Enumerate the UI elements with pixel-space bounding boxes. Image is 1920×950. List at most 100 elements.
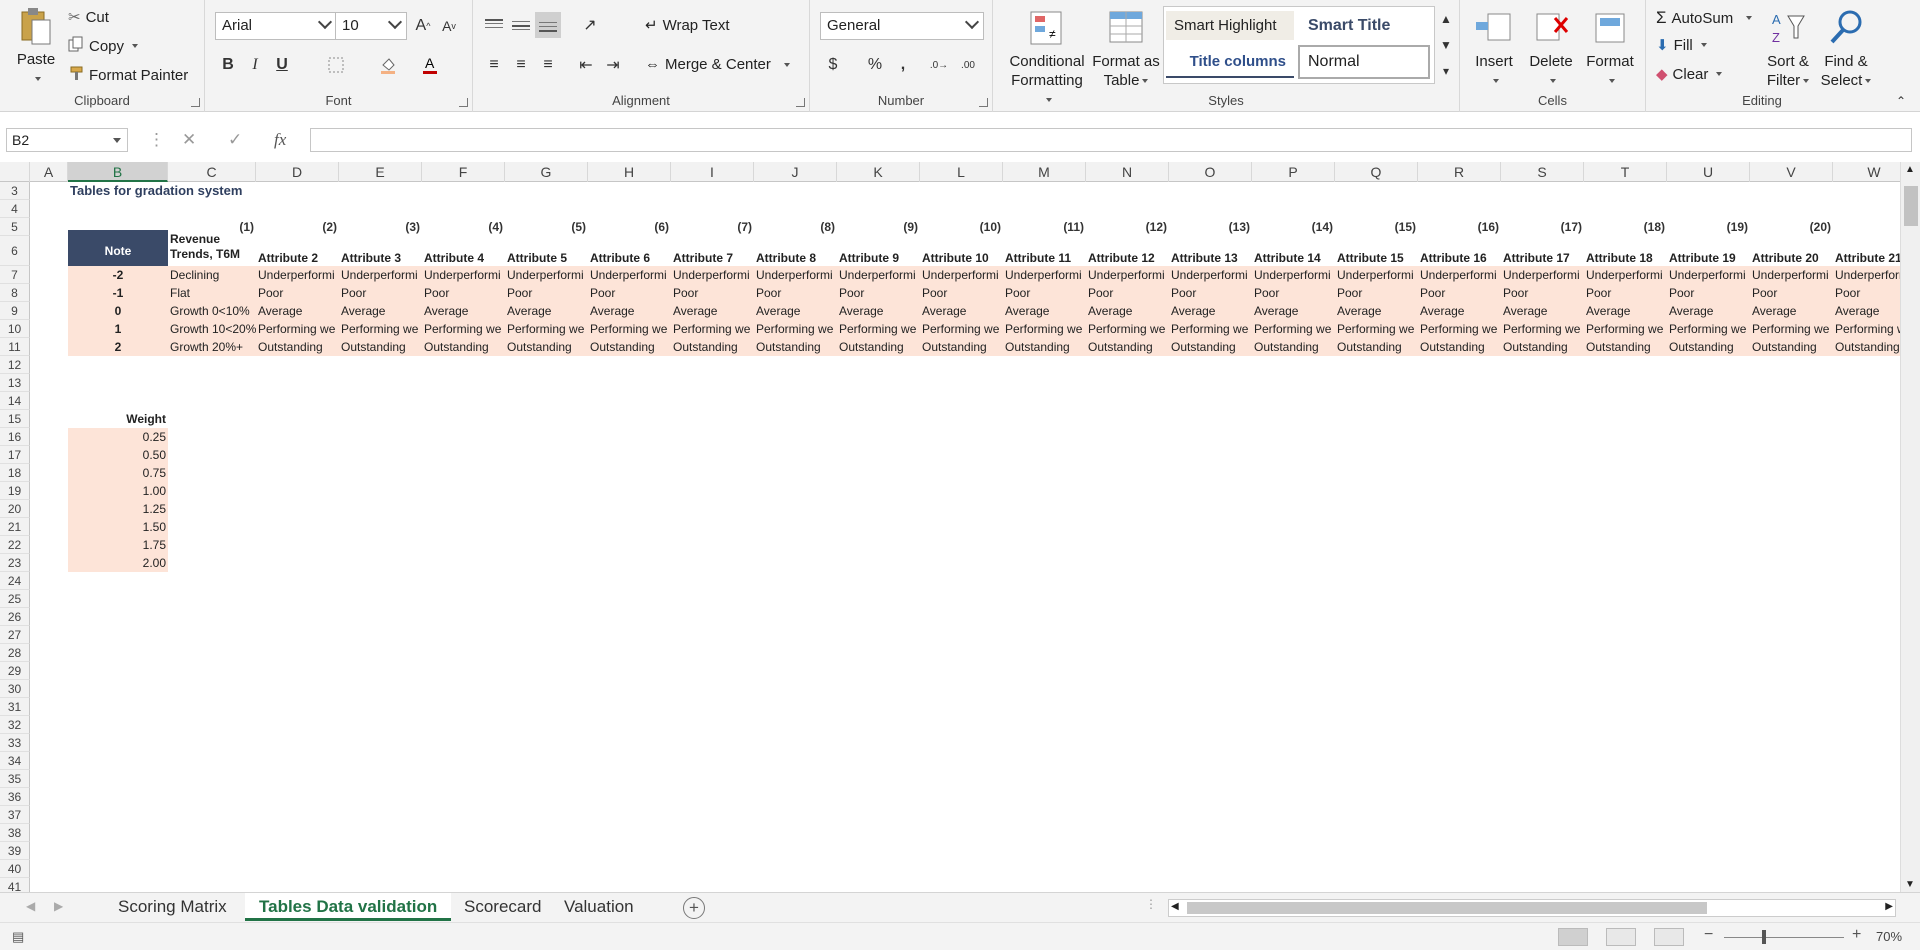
grade-value[interactable]: Average: [1418, 302, 1501, 320]
attribute-header[interactable]: Attribute 10: [920, 236, 1003, 266]
row-header-34[interactable]: 34: [0, 752, 30, 770]
row-header-16[interactable]: 16: [0, 428, 30, 446]
merge-center-button[interactable]: ⇔ Merge & Center: [645, 56, 790, 73]
row-header-19[interactable]: 19: [0, 482, 30, 500]
grade-value[interactable]: Average: [256, 302, 339, 320]
grade-value[interactable]: Underperformi: [1086, 266, 1169, 284]
column-header-a[interactable]: A: [30, 162, 68, 182]
row-header-29[interactable]: 29: [0, 662, 30, 680]
grade-value[interactable]: Underperformi: [1501, 266, 1584, 284]
autosum-button[interactable]: Σ AutoSum: [1656, 8, 1753, 28]
row-header-30[interactable]: 30: [0, 680, 30, 698]
zoom-slider-thumb[interactable]: [1762, 930, 1766, 944]
row-header-24[interactable]: 24: [0, 572, 30, 590]
clear-button[interactable]: ◆ Clear: [1656, 65, 1723, 83]
grade-value[interactable]: Average: [422, 302, 505, 320]
grade-value[interactable]: Outstanding: [1667, 338, 1750, 356]
grade-value[interactable]: Performing we: [671, 320, 754, 338]
decrease-indent-icon[interactable]: ⇤: [573, 52, 599, 78]
column-header-c[interactable]: C: [168, 162, 256, 182]
column-number[interactable]: (14): [1252, 218, 1335, 236]
horizontal-scrollbar[interactable]: ◀ ▶: [1168, 899, 1896, 917]
column-header-o[interactable]: O: [1169, 162, 1252, 182]
grade-value[interactable]: Poor: [1667, 284, 1750, 302]
grade-note[interactable]: 1: [68, 320, 168, 338]
grade-value[interactable]: Average: [1003, 302, 1086, 320]
row-header-35[interactable]: 35: [0, 770, 30, 788]
number-format-select[interactable]: General: [820, 12, 984, 40]
column-number[interactable]: (13): [1169, 218, 1252, 236]
grade-value[interactable]: Outstanding: [1335, 338, 1418, 356]
tab-split-handle-icon[interactable]: ⋮: [1145, 897, 1157, 911]
increase-font-icon[interactable]: A ^: [410, 13, 436, 39]
attribute-header[interactable]: Attribute 5: [505, 236, 588, 266]
enter-icon[interactable]: ✓: [228, 130, 242, 150]
grade-value[interactable]: Outstanding: [1003, 338, 1086, 356]
styles-more-icon[interactable]: ▾: [1433, 58, 1459, 84]
grade-value[interactable]: Average: [1584, 302, 1667, 320]
insert-button[interactable]: Insert: [1468, 8, 1520, 90]
italic-button[interactable]: I: [242, 52, 268, 78]
grade-value[interactable]: Performing we: [1501, 320, 1584, 338]
underline-button[interactable]: U: [269, 52, 295, 78]
row-header-4[interactable]: 4: [0, 200, 30, 218]
weight-value[interactable]: 1.50: [68, 518, 168, 536]
column-number[interactable]: (10): [920, 218, 1003, 236]
grade-value[interactable]: Performing we: [1003, 320, 1086, 338]
grade-value[interactable]: Poor: [754, 284, 837, 302]
row-header-21[interactable]: 21: [0, 518, 30, 536]
select-all-corner[interactable]: [0, 162, 30, 182]
grade-note[interactable]: -2: [68, 266, 168, 284]
revenue-trends-header[interactable]: Revenue Trends, T6M: [168, 232, 256, 266]
style-smart-title[interactable]: Smart Title: [1300, 11, 1398, 41]
column-number[interactable]: (19): [1667, 218, 1750, 236]
font-launcher-icon[interactable]: [459, 98, 468, 107]
sort-filter-button[interactable]: AZ Sort & Filter: [1762, 8, 1814, 90]
grade-value[interactable]: Underperformi: [837, 266, 920, 284]
add-sheet-icon[interactable]: +: [683, 897, 705, 919]
font-color-icon[interactable]: A: [417, 52, 443, 78]
attribute-header[interactable]: Attribute 11: [1003, 236, 1086, 266]
horizontal-scroll-thumb[interactable]: [1187, 902, 1707, 914]
attribute-header[interactable]: Attribute 9: [837, 236, 920, 266]
page-break-view-icon[interactable]: [1654, 928, 1684, 946]
find-select-button[interactable]: Find & Select: [1818, 8, 1874, 90]
grade-value[interactable]: Poor: [339, 284, 422, 302]
row-header-9[interactable]: 9: [0, 302, 30, 320]
zoom-slider[interactable]: [1724, 937, 1844, 938]
grade-value[interactable]: Performing we: [837, 320, 920, 338]
column-header-g[interactable]: G: [505, 162, 588, 182]
column-number[interactable]: (17): [1501, 218, 1584, 236]
row-header-28[interactable]: 28: [0, 644, 30, 662]
grade-value[interactable]: Performing we: [339, 320, 422, 338]
row-header-26[interactable]: 26: [0, 608, 30, 626]
align-right-icon[interactable]: ≡: [535, 52, 561, 78]
note-header[interactable]: Note: [68, 230, 168, 266]
grade-value[interactable]: Poor: [920, 284, 1003, 302]
grade-revenue[interactable]: Growth 0<10%: [168, 302, 256, 320]
column-number[interactable]: (2): [256, 218, 339, 236]
grade-value[interactable]: Average: [837, 302, 920, 320]
grade-value[interactable]: Outstanding: [505, 338, 588, 356]
attribute-header[interactable]: Attribute 3: [339, 236, 422, 266]
row-header-15[interactable]: 15: [0, 410, 30, 428]
column-header-k[interactable]: K: [837, 162, 920, 182]
row-header-20[interactable]: 20: [0, 500, 30, 518]
grade-note[interactable]: 0: [68, 302, 168, 320]
collapse-ribbon-icon[interactable]: ⌃: [1888, 88, 1914, 114]
column-header-p[interactable]: P: [1252, 162, 1335, 182]
row-header-18[interactable]: 18: [0, 464, 30, 482]
grade-value[interactable]: Underperformi: [1003, 266, 1086, 284]
grade-note[interactable]: -1: [68, 284, 168, 302]
grade-value[interactable]: Average: [920, 302, 1003, 320]
grade-value[interactable]: Poor: [671, 284, 754, 302]
grade-value[interactable]: Average: [1086, 302, 1169, 320]
grade-value[interactable]: Outstanding: [1750, 338, 1833, 356]
weight-value[interactable]: 1.00: [68, 482, 168, 500]
grade-value[interactable]: Average: [1335, 302, 1418, 320]
row-header-23[interactable]: 23: [0, 554, 30, 572]
format-painter-button[interactable]: Format Painter: [68, 65, 188, 85]
align-top-icon[interactable]: [481, 12, 507, 38]
percent-button[interactable]: %: [862, 52, 888, 78]
column-header-t[interactable]: T: [1584, 162, 1667, 182]
